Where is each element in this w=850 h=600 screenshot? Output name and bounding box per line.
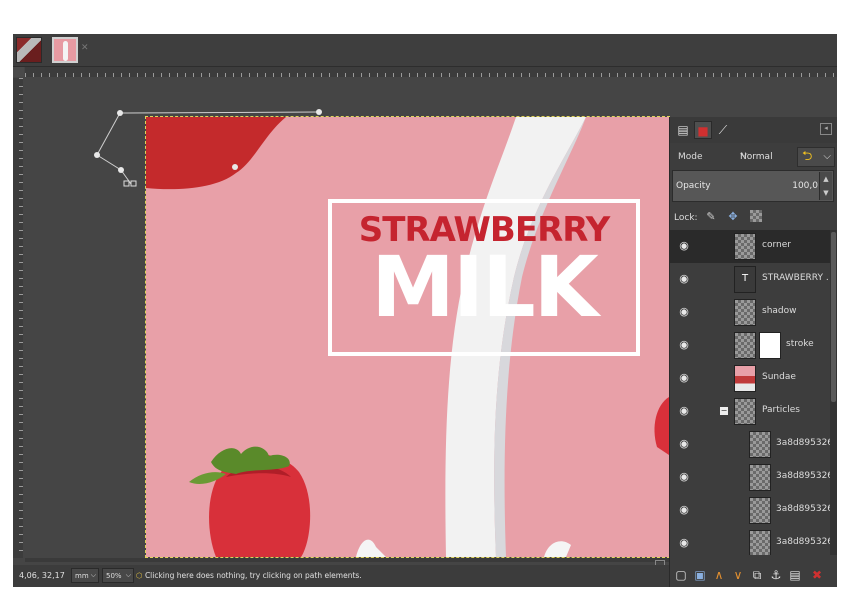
- opacity-slider[interactable]: Opacity 100,0 ▲ ▼: [672, 170, 834, 202]
- layer-thumbnail: [734, 365, 756, 392]
- path-anchor[interactable]: [316, 109, 322, 115]
- path-anchor[interactable]: [117, 110, 123, 116]
- layer-name: Sundae: [762, 372, 796, 382]
- mode-select[interactable]: Normal ⌵: [732, 147, 796, 167]
- eye-icon[interactable]: ◉: [678, 372, 690, 384]
- opacity-label: Opacity: [676, 181, 711, 191]
- layer-name: stroke: [786, 339, 814, 349]
- layer-name: 3a8d895326: [776, 537, 830, 547]
- layer-name: shadow: [762, 306, 797, 316]
- layer-row[interactable]: ◉ shadow: [670, 296, 830, 329]
- path-anchor[interactable]: [118, 167, 124, 173]
- layer-row[interactable]: ◉ 3a8d895326: [670, 461, 830, 494]
- layer-thumbnail: [749, 497, 771, 524]
- layer-name: STRAWBERRY .: [762, 273, 828, 283]
- layer-name: 3a8d895326: [776, 504, 830, 514]
- mode-row: Mode Normal ⌵ ⮌ ⌵: [672, 146, 836, 168]
- image-canvas[interactable]: STRAWBERRY MILK: [145, 116, 670, 558]
- lock-position-icon[interactable]: ✥: [726, 210, 740, 224]
- layer-thumbnail: [749, 530, 771, 555]
- lock-label: Lock:: [674, 213, 698, 223]
- layer-thumbnail: [734, 233, 756, 260]
- chevron-down-icon: ⌵: [90, 571, 96, 579]
- layers-button-bar: ▢ ▣ ∧ ∨ ⧉ ⚓ ▤ ✖: [670, 563, 837, 587]
- layer-thumbnail: [749, 464, 771, 491]
- status-message-text: Clicking here does nothing, try clicking…: [144, 571, 362, 580]
- layers-dock: ▤ ■ ⟋ ◂ Mode Normal ⌵ ⮌ ⌵ Opacity 100,0 …: [669, 117, 837, 587]
- add-mask-icon[interactable]: ▤: [788, 568, 802, 582]
- layer-row[interactable]: ◉ 3a8d895326: [670, 494, 830, 527]
- mode-label: Mode: [678, 152, 703, 162]
- duplicate-layer-icon[interactable]: ⧉: [750, 568, 764, 582]
- layer-thumbnail: [734, 332, 756, 359]
- layer-row[interactable]: ◉ T STRAWBERRY .: [670, 263, 830, 296]
- layer-thumbnail: [749, 431, 771, 458]
- layer-name: 3a8d895326: [776, 438, 830, 448]
- eye-icon[interactable]: ◉: [678, 306, 690, 318]
- layer-thumbnail: [734, 299, 756, 326]
- pointer-coordinates: 4,06, 32,17: [19, 571, 65, 580]
- layer-thumbnail: [734, 398, 756, 425]
- delete-layer-icon[interactable]: ✖: [810, 568, 824, 582]
- layer-row[interactable]: ◉ 3a8d895326: [670, 428, 830, 461]
- horizontal-scrollbar[interactable]: [25, 558, 670, 562]
- eye-icon[interactable]: ◉: [678, 537, 690, 549]
- layer-name: Particles: [762, 405, 800, 415]
- layer-row[interactable]: ◉ Sundae: [670, 362, 830, 395]
- path-anchor[interactable]: [94, 152, 100, 158]
- eye-icon[interactable]: ◉: [678, 405, 690, 417]
- tab-paths-icon[interactable]: ⟋: [714, 121, 732, 139]
- eye-icon[interactable]: ◉: [678, 504, 690, 516]
- dock-menu-icon[interactable]: ◂: [820, 123, 832, 135]
- switch-icon: ⮌: [802, 149, 813, 164]
- chevron-down-icon: ⌵: [823, 151, 831, 162]
- unit-select[interactable]: mm ⌵: [71, 568, 99, 583]
- title-milk: MILK: [371, 238, 598, 336]
- eye-icon[interactable]: ◉: [678, 471, 690, 483]
- layer-row[interactable]: ◉ corner: [670, 230, 830, 263]
- lock-alpha-icon[interactable]: [750, 210, 762, 222]
- raise-layer-icon[interactable]: ∧: [712, 568, 726, 582]
- new-layer-icon[interactable]: ▢: [674, 568, 688, 582]
- text-layer-icon: T: [734, 266, 756, 293]
- tab-channels-icon[interactable]: ■: [694, 121, 712, 139]
- eye-icon[interactable]: ◉: [678, 438, 690, 450]
- strawberry-partial: [654, 397, 669, 455]
- collapse-group-icon[interactable]: −: [720, 407, 728, 415]
- lock-pixels-icon[interactable]: ✎: [704, 210, 718, 224]
- lock-row: Lock: ✎ ✥: [674, 210, 834, 226]
- strawberry-image: [189, 446, 311, 557]
- eye-icon[interactable]: ◉: [678, 240, 690, 252]
- layer-row[interactable]: ◉ − Particles: [670, 395, 830, 428]
- layer-row[interactable]: ◉ 3a8d895326: [670, 527, 830, 555]
- opacity-value: 100,0: [792, 181, 818, 191]
- layer-mask-thumbnail: [759, 332, 781, 359]
- composite-mode-button[interactable]: ⮌ ⌵: [797, 147, 835, 167]
- layer-row[interactable]: ◉ stroke: [670, 329, 830, 362]
- anchor-icon[interactable]: ⚓: [769, 568, 783, 582]
- path-tool-icon: ⬡: [136, 571, 145, 580]
- tab-layers-icon[interactable]: ▤: [674, 121, 692, 139]
- status-bar: 4,06, 32,17 mm ⌵ 50% ⌵ ⬡ Clicking here doe…: [13, 565, 669, 587]
- lower-layer-icon[interactable]: ∨: [731, 568, 745, 582]
- unit-value: mm: [75, 572, 89, 580]
- zoom-select[interactable]: 50% ⌵: [102, 568, 134, 583]
- eye-icon[interactable]: ◉: [678, 339, 690, 351]
- status-message: ⬡ Clicking here does nothing, try clicki…: [136, 571, 362, 580]
- eye-icon[interactable]: ◉: [678, 273, 690, 285]
- new-group-icon[interactable]: ▣: [693, 568, 707, 582]
- opacity-spinner[interactable]: ▲ ▼: [819, 172, 832, 200]
- zoom-value: 50%: [106, 572, 122, 580]
- chevron-down-icon: ⌵: [125, 571, 131, 579]
- layers-scrollbar[interactable]: [830, 230, 837, 555]
- layer-name: corner: [762, 240, 791, 250]
- layer-name: 3a8d895326: [776, 471, 830, 481]
- scrollbar-thumb[interactable]: [831, 232, 836, 402]
- chevron-down-icon: ⌵: [740, 149, 748, 160]
- layers-list: ◉ corner ◉ T STRAWBERRY . ◉ shadow ◉ str…: [670, 230, 830, 555]
- dock-tab-bar: ▤ ■ ⟋ ◂: [670, 117, 837, 143]
- gimp-window: ✕ STRAWBERRY MILK ▤ ■ ⟋ ◂ Mode Normal ⌵ …: [13, 34, 837, 587]
